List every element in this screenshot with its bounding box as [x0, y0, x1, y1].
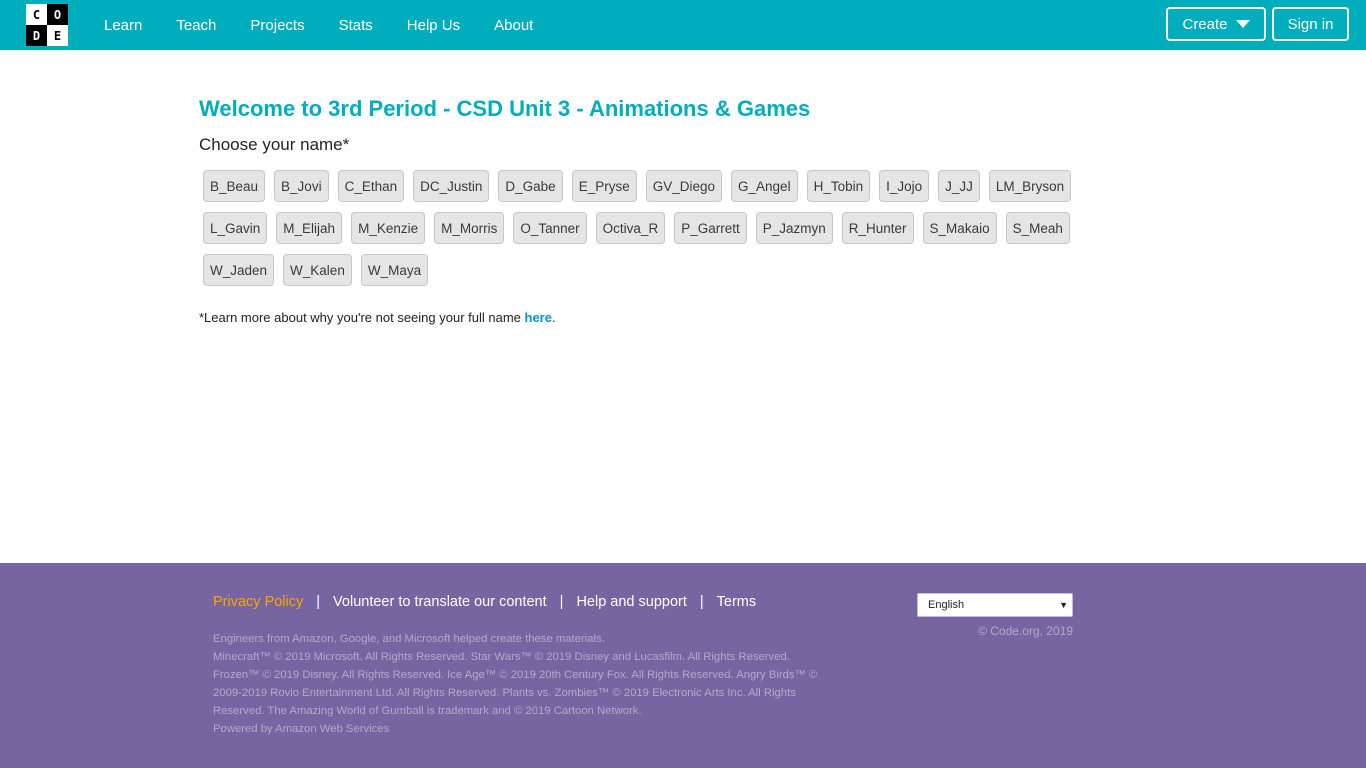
student-name-button[interactable]: L_Gavin [203, 212, 268, 244]
help-support-link[interactable]: Help and support [576, 594, 686, 610]
legal-text: Engineers from Amazon, Google, and Micro… [213, 630, 833, 738]
code-org-logo[interactable]: C O D E [26, 4, 68, 46]
link-separator: | [559, 594, 564, 610]
nav-projects[interactable]: Projects [250, 17, 304, 34]
volunteer-translate-link[interactable]: Volunteer to translate our content [333, 594, 547, 610]
create-label: Create [1182, 15, 1228, 33]
caret-down-icon [1235, 20, 1250, 28]
student-name-button[interactable]: M_Kenzie [351, 212, 426, 244]
student-name-button[interactable]: B_Jovi [274, 170, 329, 202]
language-select[interactable]: English ▼ [917, 593, 1073, 617]
footer-links: Privacy Policy | Volunteer to translate … [213, 594, 756, 610]
terms-link[interactable]: Terms [717, 594, 756, 610]
logo-letter: O [47, 4, 68, 25]
student-name-button[interactable]: W_Maya [360, 254, 429, 286]
note-period: . [551, 310, 556, 325]
top-nav-bar: C O D E Learn Teach Projects Stats Help … [0, 0, 1366, 50]
dropdown-arrow-icon: ▼ [1059, 600, 1068, 610]
student-name-button[interactable]: S_Meah [1005, 212, 1070, 244]
here-link[interactable]: here [525, 310, 552, 325]
student-name-button[interactable]: I_Jojo [879, 170, 930, 202]
page-title: Welcome to 3rd Period - CSD Unit 3 - Ani… [199, 96, 811, 121]
student-name-button[interactable]: J_JJ [938, 170, 980, 202]
student-name-button[interactable]: LM_Bryson [988, 170, 1072, 202]
student-name-button[interactable]: P_Garrett [674, 212, 747, 244]
student-name-button[interactable]: DC_Justin [413, 170, 490, 202]
note-text: *Learn more about why you're not seeing … [199, 310, 525, 325]
student-name-button[interactable]: B_Beau [203, 170, 266, 202]
footer: Privacy Policy | Volunteer to translate … [0, 563, 1366, 768]
logo-letter: C [26, 4, 47, 25]
main-nav: Learn Teach Projects Stats Help Us About [104, 0, 567, 50]
student-name-button[interactable]: P_Jazmyn [755, 212, 833, 244]
nav-help-us[interactable]: Help Us [407, 17, 460, 34]
nav-about[interactable]: About [494, 17, 533, 34]
nav-stats[interactable]: Stats [339, 17, 373, 34]
name-button-list: B_Beau B_Jovi C_Ethan DC_Justin D_Gabe E_Prys… [199, 166, 1099, 292]
privacy-policy-link[interactable]: Privacy Policy [213, 594, 303, 610]
sign-in-button[interactable]: Sign in [1272, 7, 1349, 41]
nav-learn[interactable]: Learn [104, 17, 142, 34]
nav-teach[interactable]: Teach [176, 17, 216, 34]
student-name-button[interactable]: D_Gabe [498, 170, 563, 202]
copyright: © Code.org, 2019 [978, 624, 1073, 638]
logo-letter: D [26, 25, 47, 46]
student-name-button[interactable]: C_Ethan [337, 170, 405, 202]
student-name-button[interactable]: W_Kalen [283, 254, 352, 286]
logo-letter: E [47, 25, 68, 46]
student-name-button[interactable]: E_Pryse [571, 170, 637, 202]
student-name-button[interactable]: M_Morris [434, 212, 505, 244]
link-separator: | [316, 594, 321, 610]
language-value: English [928, 599, 965, 611]
student-name-button[interactable]: R_Hunter [841, 212, 914, 244]
choose-name-heading: Choose your name* [199, 135, 350, 154]
student-name-button[interactable]: O_Tanner [513, 212, 587, 244]
student-name-button[interactable]: Octiva_R [595, 212, 666, 244]
trademark-notice: Minecraft™ © 2019 Microsoft. All Rights … [213, 651, 818, 717]
full-name-note: *Learn more about why you're not seeing … [199, 310, 556, 325]
student-name-button[interactable]: M_Elijah [276, 212, 343, 244]
student-name-button[interactable]: S_Makaio [922, 212, 997, 244]
student-name-button[interactable]: GV_Diego [645, 170, 723, 202]
student-name-button[interactable]: H_Tobin [806, 170, 871, 202]
create-button[interactable]: Create [1166, 7, 1266, 41]
student-name-button[interactable]: W_Jaden [203, 254, 275, 286]
student-name-button[interactable]: G_Angel [731, 170, 798, 202]
powered-by: Powered by Amazon Web Services [213, 723, 390, 735]
link-separator: | [699, 594, 704, 610]
sign-in-label: Sign in [1287, 15, 1334, 33]
engineers-credit: Engineers from Amazon, Google, and Micro… [213, 633, 605, 645]
